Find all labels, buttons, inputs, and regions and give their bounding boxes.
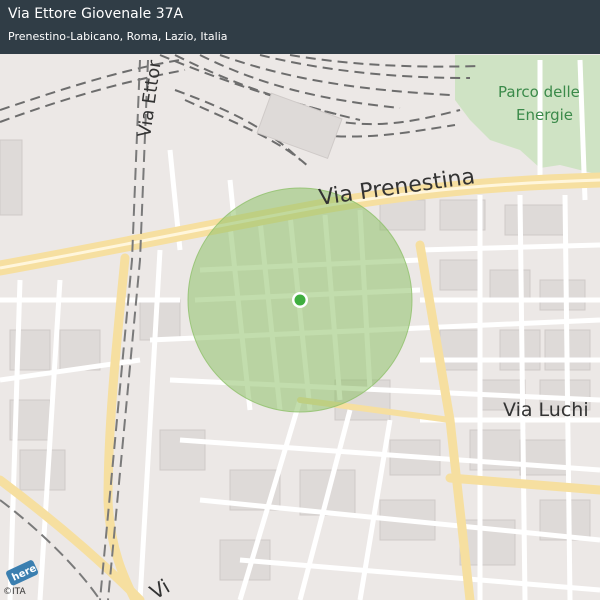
location-header: Via Ettore Giovenale 37A Prenestino-Labi… <box>0 0 600 54</box>
park-label-line1: Parco delle <box>498 83 580 101</box>
map-copyright: ©ITA <box>3 587 26 597</box>
map-canvas[interactable]: Via Prenestina Via Luchi Via Ettor Vi Pa… <box>0 0 600 600</box>
road-label-via-luchino: Via Luchi <box>503 399 589 421</box>
location-title: Via Ettore Giovenale 37A <box>8 6 184 22</box>
location-dot-icon[interactable] <box>292 292 308 308</box>
park-label-line2: Energie <box>516 106 573 124</box>
location-subtitle: Prenestino-Labicano, Roma, Lazio, Italia <box>8 30 228 43</box>
